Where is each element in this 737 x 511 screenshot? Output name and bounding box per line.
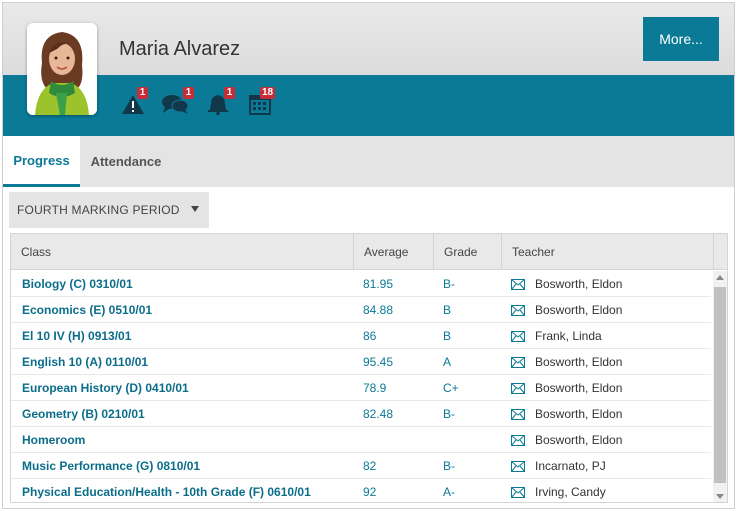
grade-value[interactable]: B- <box>443 453 455 479</box>
grades-table: Class Average Grade Teacher Biology (C) … <box>10 233 728 503</box>
student-name: Maria Alvarez <box>119 38 241 60</box>
email-teacher-icon[interactable] <box>511 349 525 375</box>
marking-period-dropdown[interactable]: FOURTH MARKING PERIOD <box>9 192 209 228</box>
email-teacher-icon[interactable] <box>511 453 525 479</box>
student-avatar-image <box>27 23 97 115</box>
alerts-count-badge: 1 <box>137 87 148 99</box>
grade-value[interactable]: B <box>443 297 451 323</box>
class-link[interactable]: Economics (E) 0510/01 <box>22 297 152 323</box>
table-row: Economics (E) 0510/01 84.88 B Bosworth, Eld… <box>11 297 711 323</box>
email-teacher-icon[interactable] <box>511 323 525 349</box>
teacher-name: Bosworth, Eldon <box>535 355 623 369</box>
column-header-average[interactable]: Average <box>354 234 434 270</box>
average-value[interactable]: 84.88 <box>363 297 393 323</box>
calendar-count-badge: 18 <box>260 87 276 99</box>
table-row: Music Performance (G) 0810/01 82 B- Incarna… <box>11 453 711 479</box>
grade-value[interactable]: B <box>443 323 451 349</box>
table-row: Physical Education/Health - 10th Grade (… <box>11 479 711 502</box>
average-value[interactable]: 82 <box>363 453 376 479</box>
email-teacher-icon[interactable] <box>511 479 525 502</box>
table-header: Class Average Grade Teacher <box>11 234 727 270</box>
email-teacher-icon[interactable] <box>511 401 525 427</box>
table-row: Geometry (B) 0210/01 82.48 B- Bosworth, Eld… <box>11 401 711 427</box>
average-value[interactable]: 86 <box>363 323 376 349</box>
calendar-notification[interactable]: 18 <box>248 87 278 117</box>
table-row: El 10 IV (H) 0913/01 86 B Frank, Linda <box>11 323 711 349</box>
table-row: European History (D) 0410/01 78.9 C+ Boswor… <box>11 375 711 401</box>
bell-count-badge: 1 <box>224 87 235 99</box>
student-card: Maria Alvarez More... 1 1 1 18 Progress … <box>2 2 735 509</box>
grade-value[interactable]: C+ <box>443 375 459 401</box>
table-scrollbar[interactable] <box>713 271 727 502</box>
class-link[interactable]: Music Performance (G) 0810/01 <box>22 453 200 479</box>
average-value[interactable]: 81.95 <box>363 271 393 297</box>
average-value[interactable]: 78.9 <box>363 375 386 401</box>
student-photo <box>27 23 97 115</box>
email-teacher-icon[interactable] <box>511 375 525 401</box>
tab-bar: Progress Attendance <box>3 136 734 187</box>
teacher-name: Irving, Candy <box>535 485 606 499</box>
column-header-class[interactable]: Class <box>11 234 354 270</box>
header-top <box>3 3 734 75</box>
messages-count-badge: 1 <box>183 87 194 99</box>
column-header-grade[interactable]: Grade <box>434 234 502 270</box>
teacher-name: Incarnato, PJ <box>535 459 606 473</box>
class-link[interactable]: Homeroom <box>22 427 85 453</box>
messages-notification[interactable]: 1 <box>161 87 194 117</box>
average-value[interactable]: 92 <box>363 479 376 502</box>
class-link[interactable]: Geometry (B) 0210/01 <box>22 401 145 427</box>
tab-attendance[interactable]: Attendance <box>80 136 172 187</box>
table-row: Biology (C) 0310/01 81.95 B- Bosworth, Eldo… <box>11 271 711 297</box>
caret-down-icon <box>191 206 199 212</box>
class-link[interactable]: Biology (C) 0310/01 <box>22 271 133 297</box>
scroll-up-arrow-icon[interactable] <box>716 275 724 280</box>
average-value[interactable]: 95.45 <box>363 349 393 375</box>
teacher-name: Bosworth, Eldon <box>535 433 623 447</box>
table-body: Biology (C) 0310/01 81.95 B- Bosworth, Eldo… <box>11 271 711 502</box>
teacher-name: Frank, Linda <box>535 329 602 343</box>
grade-value[interactable]: B- <box>443 401 455 427</box>
more-button[interactable]: More... <box>643 17 719 61</box>
class-link[interactable]: Physical Education/Health - 10th Grade (… <box>22 479 311 502</box>
marking-period-value: FOURTH MARKING PERIOD <box>17 203 180 217</box>
teacher-name: Bosworth, Eldon <box>535 303 623 317</box>
table-row: English 10 (A) 0110/01 95.45 A Bosworth, El… <box>11 349 711 375</box>
class-link[interactable]: English 10 (A) 0110/01 <box>22 349 148 375</box>
tab-progress[interactable]: Progress <box>3 136 80 187</box>
class-link[interactable]: European History (D) 0410/01 <box>22 375 189 401</box>
class-link[interactable]: El 10 IV (H) 0913/01 <box>22 323 131 349</box>
grade-value[interactable]: A <box>443 349 451 375</box>
email-teacher-icon[interactable] <box>511 427 525 453</box>
grade-value[interactable]: A- <box>443 479 455 502</box>
header-band <box>3 75 734 136</box>
teacher-name: Bosworth, Eldon <box>535 407 623 421</box>
column-header-teacher[interactable]: Teacher <box>502 234 714 270</box>
table-row: Homeroom Bosworth, Eldon <box>11 427 711 453</box>
grade-value[interactable]: B- <box>443 271 455 297</box>
average-value[interactable]: 82.48 <box>363 401 393 427</box>
scrollbar-thumb[interactable] <box>714 287 726 483</box>
teacher-name: Bosworth, Eldon <box>535 381 623 395</box>
teacher-name: Bosworth, Eldon <box>535 277 623 291</box>
scroll-down-arrow-icon[interactable] <box>716 494 724 499</box>
email-teacher-icon[interactable] <box>511 297 525 323</box>
bell-notification[interactable]: 1 <box>206 87 236 117</box>
email-teacher-icon[interactable] <box>511 271 525 297</box>
alerts-notification[interactable]: 1 <box>121 87 151 117</box>
